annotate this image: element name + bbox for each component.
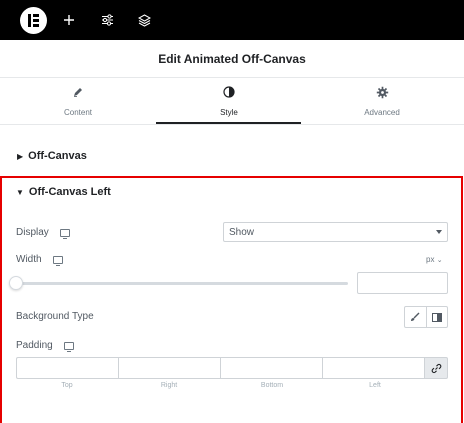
tab-content[interactable]: Content: [5, 79, 151, 125]
section-off-canvas-left[interactable]: ▼ Off-Canvas Left: [16, 186, 111, 198]
add-icon[interactable]: [58, 9, 80, 31]
layers-icon[interactable]: [133, 9, 155, 31]
unit-value: px: [426, 255, 435, 264]
padding-bottom-label: Bottom: [260, 382, 284, 389]
elementor-logo-icon[interactable]: [20, 7, 47, 34]
background-type-label: Background Type: [16, 311, 94, 322]
tab-label: Advanced: [364, 108, 400, 117]
link-icon[interactable]: [424, 357, 448, 379]
caret-right-icon: ▶: [17, 151, 24, 161]
tab-bar: Content Style Advanced: [0, 79, 464, 125]
padding-top-input[interactable]: [16, 357, 118, 379]
caret-down-icon: ▼: [16, 187, 24, 197]
width-label: Width: [16, 254, 42, 265]
sliders-icon[interactable]: [96, 9, 118, 31]
desktop-icon[interactable]: [64, 342, 74, 352]
top-toolbar: [0, 0, 464, 40]
panel-title: Edit Animated Off-Canvas: [158, 51, 306, 66]
width-input[interactable]: [357, 272, 448, 294]
padding-bottom-input[interactable]: [220, 357, 322, 379]
half-circle-icon: [156, 86, 302, 98]
brush-icon[interactable]: [405, 307, 426, 327]
display-select-value: Show: [229, 226, 255, 238]
width-slider-handle[interactable]: [9, 276, 23, 290]
section-title: Off-Canvas Left: [28, 186, 111, 198]
tab-advanced[interactable]: Advanced: [309, 79, 455, 125]
chevron-down-icon: ⌄: [436, 257, 443, 264]
display-select[interactable]: Show: [223, 222, 448, 242]
pencil-icon: [5, 86, 151, 98]
desktop-icon[interactable]: [60, 229, 70, 239]
gear-icon: [309, 86, 455, 99]
chevron-down-icon: [436, 230, 442, 234]
background-type-choices: [404, 306, 448, 328]
display-label: Display: [16, 227, 49, 238]
section-off-canvas[interactable]: ▶ Off-Canvas: [0, 141, 464, 171]
desktop-icon[interactable]: [53, 256, 63, 266]
padding-right-label: Right: [160, 382, 178, 389]
padding-right-input[interactable]: [118, 357, 220, 379]
padding-left-label: Left: [369, 382, 381, 389]
panel-header: Edit Animated Off-Canvas: [0, 40, 464, 78]
padding-label: Padding: [16, 340, 53, 351]
unit-selector[interactable]: px ⌄: [426, 255, 443, 264]
tab-label: Content: [63, 108, 93, 117]
width-slider-track[interactable]: [16, 282, 348, 285]
padding-inputs: [16, 357, 448, 379]
tab-label: Style: [220, 108, 238, 117]
tab-style[interactable]: Style: [156, 79, 302, 125]
gradient-icon[interactable]: [425, 307, 447, 327]
active-tab-indicator: [156, 122, 301, 124]
section-title: Off-Canvas: [28, 150, 87, 162]
padding-left-input[interactable]: [322, 357, 424, 379]
padding-top-label: Top: [61, 382, 73, 389]
